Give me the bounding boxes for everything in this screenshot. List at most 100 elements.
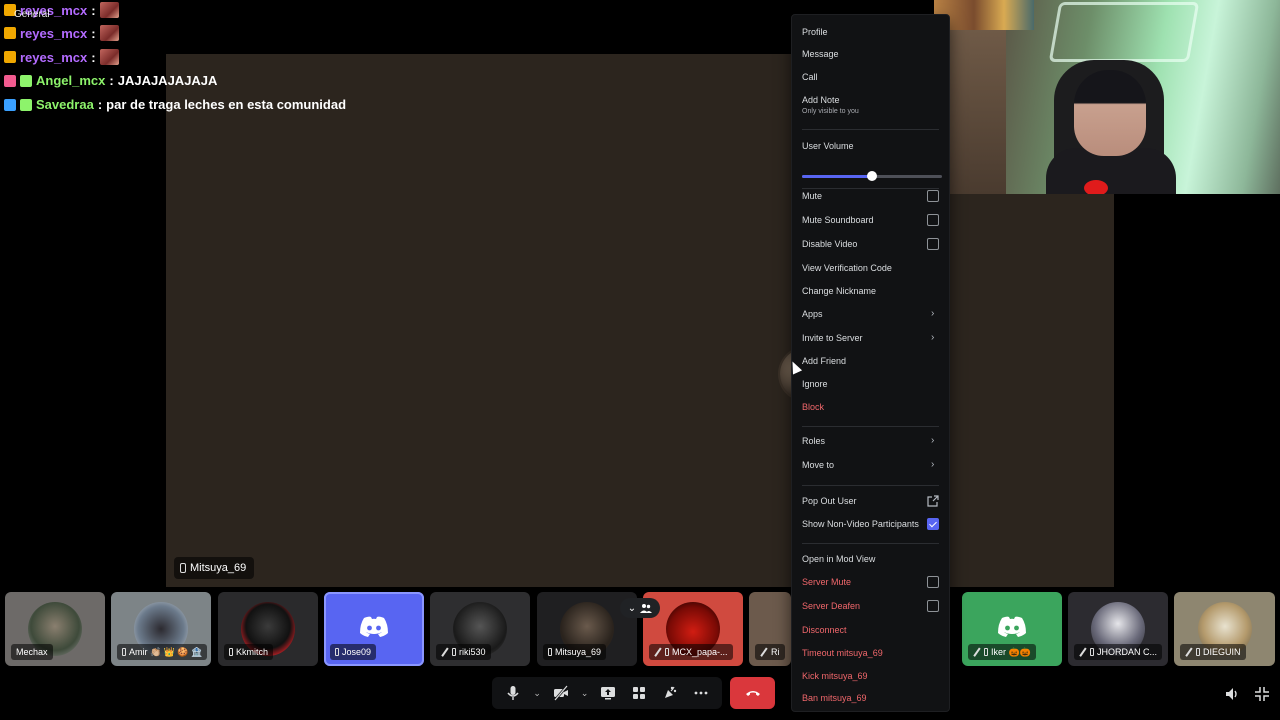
- menu-item-profile[interactable]: Profile: [802, 27, 939, 37]
- participant-name: DIEGUIN: [1203, 647, 1241, 657]
- menu-separator: [802, 129, 939, 130]
- menu-item-label: Server Deafen: [802, 601, 861, 611]
- chat-message: par de traga leches en esta comunidad: [106, 97, 347, 112]
- user-volume-fill: [802, 175, 872, 178]
- camera-options-button[interactable]: ⌄: [580, 681, 590, 705]
- participant-collapse-button[interactable]: ⌄: [620, 598, 660, 618]
- volume-button[interactable]: [1222, 684, 1242, 704]
- menu-item-label: Disconnect: [802, 625, 847, 635]
- screen: Mitsuya_69 reyes_mcx : General reyes_mcx…: [0, 0, 1280, 720]
- microphone-options-button[interactable]: ⌄: [532, 681, 542, 705]
- menu-item-mute-soundboard[interactable]: Mute Soundboard: [802, 214, 939, 226]
- channel-tag: General: [14, 9, 50, 20]
- participant-label: Amir 👏🏼 👑 🍪 🏦: [117, 644, 208, 660]
- menu-item-open-in-mod-view[interactable]: Open in Mod View: [802, 554, 939, 564]
- menu-item-kick[interactable]: Kick mitsuya_69: [802, 671, 939, 681]
- more-options-button[interactable]: [689, 681, 713, 705]
- participant-tile[interactable]: Mechax: [5, 592, 105, 666]
- participant-name: Jose09: [342, 647, 372, 657]
- exit-fullscreen-button[interactable]: [1252, 684, 1272, 704]
- mobile-phone-icon: [1090, 648, 1094, 656]
- soundboard-button[interactable]: [658, 681, 682, 705]
- participant-label: Kkmitch: [224, 644, 274, 660]
- camera-off-icon: [553, 685, 568, 701]
- menu-item-mute[interactable]: Mute: [802, 190, 939, 202]
- server-mute-checkbox[interactable]: [927, 576, 939, 588]
- soundboard-icon: [664, 686, 677, 698]
- participant-tile[interactable]: Jose09: [324, 592, 424, 666]
- streamer-webcam: [934, 0, 1280, 194]
- menu-item-disable-video[interactable]: Disable Video: [802, 238, 939, 250]
- user-volume-knob[interactable]: [867, 171, 877, 181]
- stage-user-name: Mitsuya_69: [190, 562, 247, 574]
- disable-video-checkbox[interactable]: [927, 238, 939, 250]
- menu-separator: [802, 188, 939, 189]
- chat-username: Savedraa: [36, 97, 94, 112]
- menu-item-server-deafen[interactable]: Server Deafen: [802, 600, 939, 612]
- voice-control-bar: ⌄ ⌄: [492, 677, 722, 709]
- chevron-right-icon: ›: [931, 332, 935, 343]
- mobile-phone-icon: [335, 648, 339, 656]
- menu-item-disconnect[interactable]: Disconnect: [802, 625, 939, 635]
- participant-tile[interactable]: riki530: [430, 592, 530, 666]
- participant-name: Mitsuya_69: [555, 647, 602, 657]
- menu-item-label: Open in Mod View: [802, 554, 876, 564]
- menu-item-show-non-video-participants[interactable]: Show Non-Video Participants: [802, 518, 939, 530]
- mute-soundboard-checkbox[interactable]: [927, 214, 939, 226]
- participant-tile[interactable]: DIEGUIN: [1174, 592, 1275, 666]
- menu-separator: [802, 485, 939, 486]
- participant-tile[interactable]: Amir 👏🏼 👑 🍪 🏦: [111, 592, 211, 666]
- mobile-phone-icon: [548, 648, 552, 656]
- camera-button[interactable]: [549, 681, 573, 705]
- menu-item-ignore[interactable]: Ignore: [802, 379, 939, 389]
- mute-checkbox[interactable]: [927, 190, 939, 202]
- menu-item-label: Disable Video: [802, 239, 858, 249]
- menu-item-timeout[interactable]: Timeout mitsuya_69: [802, 648, 939, 658]
- menu-item-apps[interactable]: Apps ›: [802, 309, 939, 320]
- screen-share-button[interactable]: [596, 681, 620, 705]
- participant-label: DIEGUIN: [1180, 644, 1246, 660]
- server-deafen-checkbox[interactable]: [927, 600, 939, 612]
- menu-separator: [802, 426, 939, 427]
- menu-item-change-nickname[interactable]: Change Nickname: [802, 286, 939, 296]
- menu-item-server-mute[interactable]: Server Mute: [802, 576, 939, 588]
- menu-item-move-to[interactable]: Move to ›: [802, 460, 939, 471]
- chevron-down-icon: ⌄: [580, 687, 589, 698]
- mobile-phone-icon: [452, 648, 456, 656]
- menu-item-ban[interactable]: Ban mitsuya_69: [802, 693, 939, 703]
- menu-item-add-friend[interactable]: Add Friend: [802, 356, 939, 366]
- menu-item-call[interactable]: Call: [802, 72, 939, 82]
- menu-item-message[interactable]: Message: [802, 49, 939, 59]
- menu-item-label: Invite to Server: [802, 333, 863, 343]
- menu-item-label: Call: [802, 72, 818, 82]
- screen-share-icon: [601, 687, 616, 700]
- menu-item-label: Block: [802, 402, 825, 412]
- show-non-video-participants-checkbox[interactable]: [927, 518, 939, 530]
- participant-name: JHORDAN C...: [1097, 647, 1158, 657]
- microphone-button[interactable]: [501, 681, 525, 705]
- menu-item-label: User Volume: [802, 141, 854, 151]
- hangup-icon: [745, 691, 760, 696]
- disconnect-call-button[interactable]: [730, 677, 775, 709]
- menu-item-roles[interactable]: Roles ›: [802, 436, 939, 447]
- menu-item-label: Roles: [802, 436, 826, 446]
- chat-line: reyes_mcx :: [4, 25, 119, 41]
- discord-logo-icon: [998, 616, 1026, 637]
- participant-tile[interactable]: Iker 🎃🎃: [962, 592, 1062, 666]
- menu-item-label: Message: [802, 49, 839, 59]
- participant-tile[interactable]: Ri: [749, 592, 791, 666]
- menu-item-label: Add Friend: [802, 356, 847, 366]
- activities-button[interactable]: [627, 681, 651, 705]
- participant-label: Mitsuya_69: [543, 644, 607, 660]
- mobile-phone-icon: [984, 648, 988, 656]
- menu-item-block[interactable]: Block: [802, 402, 939, 412]
- user-volume-slider[interactable]: [802, 171, 942, 181]
- participant-tile[interactable]: Kkmitch: [218, 592, 318, 666]
- menu-item-add-note[interactable]: Add Note Only visible to you: [802, 95, 939, 115]
- chat-separator: :: [91, 2, 96, 18]
- menu-item-pop-out-user[interactable]: Pop Out User: [802, 495, 939, 507]
- menu-item-invite-to-server[interactable]: Invite to Server ›: [802, 332, 939, 344]
- participant-tile[interactable]: JHORDAN C...: [1068, 592, 1168, 666]
- chat-separator: :: [97, 97, 103, 112]
- menu-item-view-verification-code[interactable]: View Verification Code: [802, 263, 939, 273]
